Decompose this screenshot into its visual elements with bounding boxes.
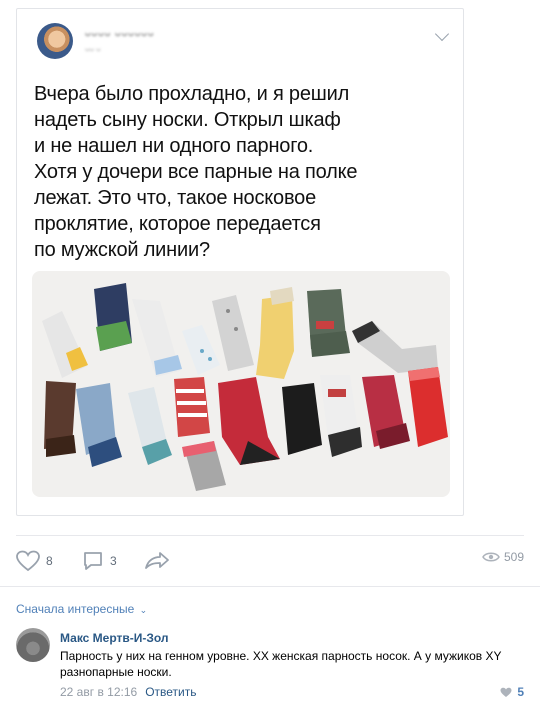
post-date: ᴗᴗ ᴗ (85, 44, 101, 53)
share-icon (145, 552, 169, 569)
like-count: 8 (46, 554, 53, 568)
sock-yellow (256, 287, 294, 379)
comment-text: Парность у них на генном уровне. XX женс… (60, 649, 502, 679)
views-counter: 509 (482, 550, 524, 564)
comment-meta: 22 авг в 12:16 Ответить (60, 685, 196, 699)
chevron-down-icon[interactable] (434, 26, 450, 42)
author-name[interactable]: ᴗᴗᴗᴗ ᴗᴗᴗᴗᴗᴗ (85, 28, 154, 39)
sock-red-large (218, 377, 280, 465)
heart-icon (500, 687, 512, 697)
eye-icon (482, 552, 500, 562)
comment-icon (84, 552, 102, 570)
author-avatar[interactable] (37, 23, 73, 59)
sock-grey-stripes (352, 321, 438, 373)
sock-dark-green (307, 289, 350, 357)
reply-button[interactable]: Ответить (145, 685, 196, 699)
comment-date[interactable]: 22 авг в 12:16 (60, 685, 137, 699)
post-divider (16, 535, 524, 536)
heart-icon (16, 550, 40, 572)
sock-white-blue (132, 299, 182, 377)
sock-white-yellow (42, 311, 88, 378)
sock-pink-grey (182, 441, 226, 491)
chevron-down-icon: ⌄ (139, 605, 148, 615)
socks-photo[interactable] (32, 271, 450, 497)
sock-red-cars (362, 375, 410, 449)
sort-label: Сначала интересные (16, 602, 135, 616)
sock-black (282, 383, 322, 455)
comment-count: 3 (110, 554, 117, 568)
actions-divider (0, 586, 540, 587)
sock-brown (44, 381, 76, 457)
comment-like-button[interactable]: 5 (500, 685, 524, 699)
sock-red-bright (408, 367, 448, 447)
comments-sort[interactable]: Сначала интересные ⌄ (16, 602, 147, 616)
sock-white-teal (128, 387, 172, 465)
share-button[interactable] (144, 550, 170, 572)
post-card: ᴗᴗᴗᴗ ᴗᴗᴗᴗᴗᴗ ᴗᴗ ᴗ Вчера было прохладно, и… (16, 8, 464, 516)
commenter-name[interactable]: Макс Мертв-И-Зол (60, 631, 169, 645)
sock-blue-cars (76, 383, 122, 467)
view-count: 509 (503, 550, 524, 564)
comment-button[interactable]: 3 (82, 550, 117, 572)
socks-illustration (42, 283, 448, 491)
sock-navy-green (94, 283, 132, 351)
sock-white-dots (182, 325, 220, 375)
sock-white-red (320, 375, 362, 457)
comment-like-count: 5 (517, 685, 524, 699)
post-actions: 8 3 509 (16, 550, 524, 574)
post-text: Вчера было прохладно, и я решил надеть с… (34, 83, 358, 261)
commenter-avatar[interactable] (16, 628, 50, 662)
like-button[interactable]: 8 (16, 550, 53, 572)
sock-red-stripes (174, 377, 210, 437)
sock-grey-dots (212, 295, 254, 371)
